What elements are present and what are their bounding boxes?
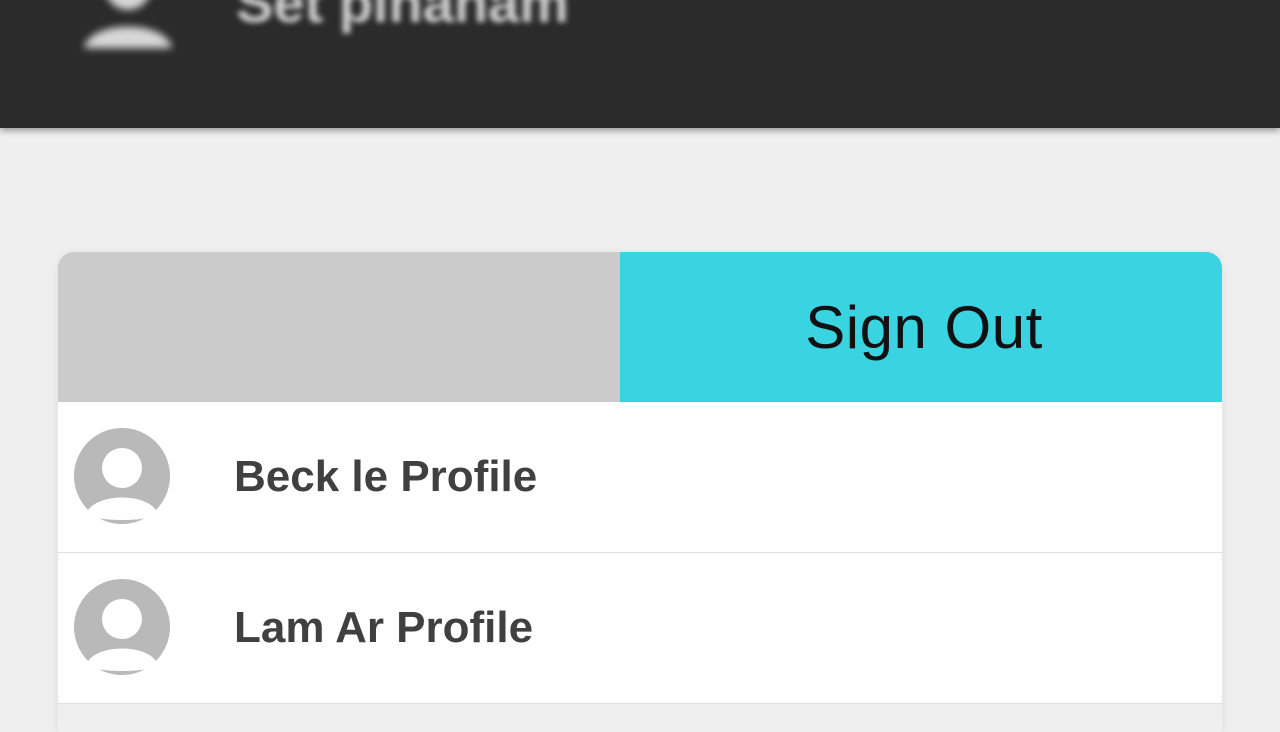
list-footer [58, 704, 1222, 732]
sign-out-label: Sign Out [805, 293, 1043, 361]
user-avatar-icon [74, 579, 170, 675]
swipe-action-blank-area [58, 252, 620, 402]
profile-row[interactable]: Lam Ar Profile [58, 553, 1222, 704]
app-bar-title: Set pinanam [236, 0, 569, 34]
profile-list: Beck le Profile Lam Ar Profile [58, 402, 1222, 732]
profile-name: Lam Ar Profile [234, 603, 534, 652]
profile-name: Beck le Profile [234, 452, 538, 501]
user-avatar-icon [83, 0, 173, 49]
user-avatar-icon [74, 428, 170, 524]
profile-row[interactable]: Beck le Profile [58, 402, 1222, 553]
swipe-action-strip: Sign Out [58, 252, 1222, 402]
top-app-bar: Set pinanam [0, 0, 1280, 128]
account-panel: Sign Out Beck le Profile Lam Ar Profile [58, 252, 1222, 732]
sign-out-button[interactable]: Sign Out [620, 252, 1222, 402]
